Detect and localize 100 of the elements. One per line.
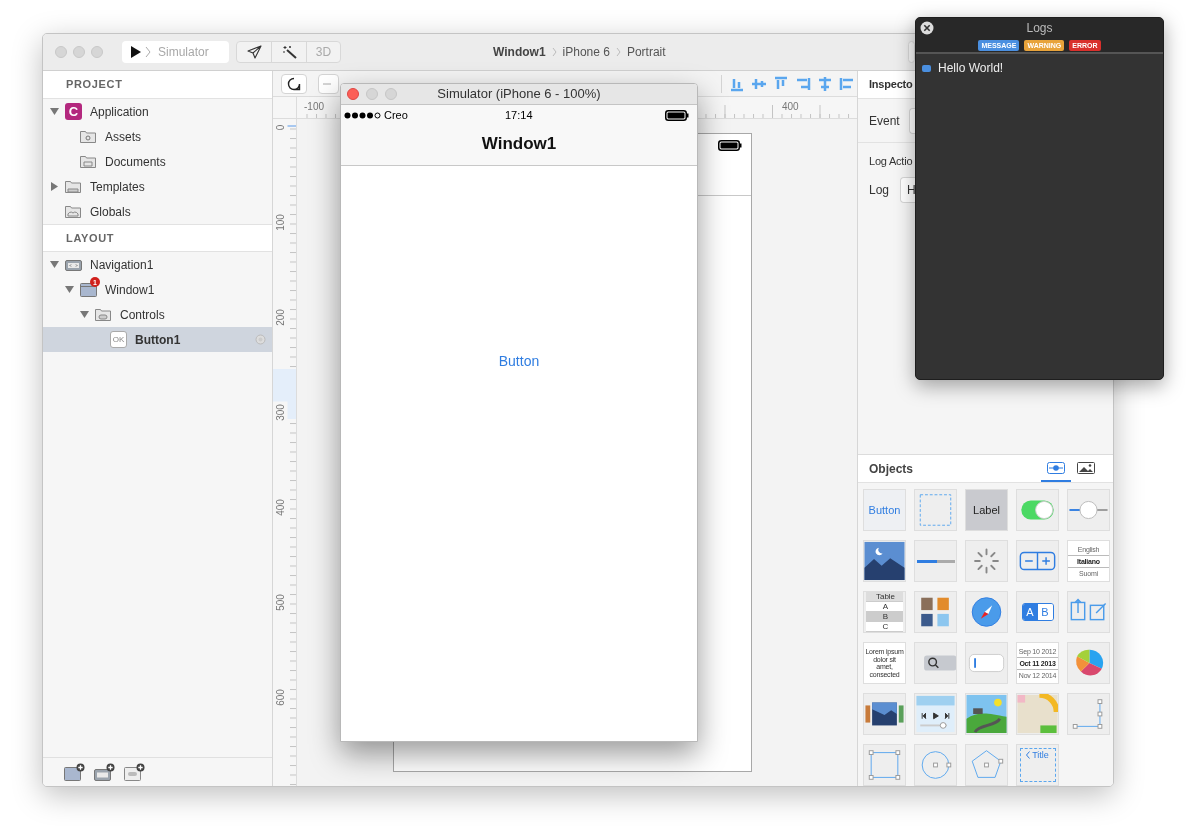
add-control-button[interactable] [124, 762, 144, 782]
shape-icon [287, 76, 301, 91]
zoom-field[interactable] [318, 73, 339, 94]
media-icon [915, 694, 956, 734]
tree-item[interactable]: Navigation1 [43, 252, 272, 277]
expanded-triangle-icon[interactable] [50, 260, 59, 269]
share-tile[interactable] [1067, 591, 1110, 633]
align-button[interactable] [817, 76, 833, 92]
view-tile[interactable] [914, 489, 957, 531]
status-time: 17:14 [505, 107, 533, 123]
tree-item[interactable]: OK Button1 [43, 327, 272, 352]
segmented-tile[interactable]: A B [1016, 591, 1059, 633]
chevron-icon [615, 47, 621, 57]
align-icon [751, 76, 767, 92]
play-icon [130, 46, 141, 58]
image-icon [864, 541, 905, 581]
folder-icon [80, 129, 97, 144]
carrier-name: Creo [384, 107, 408, 123]
chart-tile[interactable] [1067, 642, 1110, 684]
scene-icon [966, 694, 1007, 734]
folder-icon [65, 204, 82, 219]
breadcrumb-item[interactable]: Portrait [626, 43, 666, 61]
align-icon [817, 76, 833, 92]
expanded-triangle-icon[interactable] [80, 310, 89, 319]
align-button[interactable] [795, 76, 811, 92]
align-button[interactable] [839, 76, 855, 92]
panel-title: Objects [869, 460, 913, 478]
window-control[interactable] [347, 88, 359, 100]
folder-icon [95, 307, 112, 322]
send-icon [246, 45, 262, 59]
section-heading: LAYOUT [43, 224, 272, 252]
table-tile[interactable]: Table A B C [863, 591, 906, 633]
close-icon [920, 21, 934, 35]
shape-button[interactable] [281, 73, 307, 94]
progress-tile[interactable] [914, 540, 957, 582]
controls-tab-icon [1047, 461, 1065, 474]
slider-tile[interactable] [1067, 489, 1110, 531]
collapsed-triangle-icon[interactable] [50, 182, 59, 191]
expanded-triangle-icon[interactable] [50, 107, 59, 116]
tree-item[interactable]: C Application [43, 99, 272, 124]
breadcrumb-item[interactable]: Window1 [493, 43, 546, 61]
app-logo: C [65, 103, 82, 120]
tree-item[interactable]: Globals [43, 199, 272, 224]
tree-item[interactable]: Documents [43, 149, 272, 174]
button-icon: OK [110, 331, 127, 348]
switch-tile[interactable] [1016, 489, 1059, 531]
scene-tile[interactable] [965, 693, 1008, 735]
add-window-button[interactable] [64, 762, 84, 782]
signal-icon [344, 111, 381, 119]
navigation-title: Window1 [481, 132, 557, 155]
breadcrumb-item[interactable]: iPhone 6 [562, 43, 610, 61]
folder-icon [80, 154, 97, 169]
line-tile[interactable] [1067, 693, 1110, 735]
align-icon [773, 76, 789, 92]
align-button[interactable] [751, 76, 767, 92]
align-button[interactable] [773, 76, 789, 92]
image-tile[interactable] [863, 540, 906, 582]
navigation-icon [65, 257, 82, 272]
log-message-field[interactable]: H [900, 177, 915, 203]
label-tile[interactable]: Label [965, 489, 1008, 531]
button-tile[interactable]: Button [863, 489, 906, 531]
textfield-tile[interactable] [965, 642, 1008, 684]
tree-item[interactable]: Assets [43, 124, 272, 149]
run-target-label: Simulator [158, 44, 209, 61]
add-navigation-icon [94, 762, 115, 782]
map-tile[interactable] [1016, 693, 1059, 735]
button[interactable]: Button [498, 351, 540, 371]
image-tab-icon [1077, 461, 1095, 474]
field-label: Event [869, 112, 901, 130]
log-message: Hello World! [938, 60, 1004, 77]
close-button[interactable] [920, 21, 934, 35]
section-title: Log Actio [869, 153, 913, 169]
map-icon [1017, 694, 1058, 734]
expanded-triangle-icon[interactable] [65, 285, 74, 294]
activity-tile[interactable] [965, 540, 1008, 582]
media-tile[interactable] [914, 693, 957, 735]
magic-wand-icon [281, 45, 297, 59]
web-tile[interactable] [965, 591, 1008, 633]
add-control-icon [124, 762, 145, 782]
navbar-tile[interactable]: Title [1016, 744, 1059, 786]
search-tile[interactable] [914, 642, 957, 684]
window-title: Simulator (iPhone 6 - 100%) [436, 85, 602, 104]
rect-tile[interactable] [863, 744, 906, 786]
align-icon [795, 76, 811, 92]
window-title: Logs [1025, 20, 1054, 37]
gallery-tile[interactable] [914, 591, 957, 633]
tree-item[interactable]: Controls [43, 302, 272, 327]
align-icon [839, 76, 855, 92]
add-navigation-button[interactable] [94, 762, 114, 782]
add-window-icon [64, 762, 85, 782]
tree-item[interactable]: Templates [43, 174, 272, 199]
carousel-tile[interactable] [863, 693, 906, 735]
folder-icon [65, 179, 82, 194]
stepper-tile[interactable] [1016, 540, 1059, 582]
panel-title: Inspecto [869, 77, 913, 93]
battery-icon [665, 109, 689, 121]
battery-icon [718, 140, 742, 151]
align-button[interactable] [729, 76, 745, 92]
circle-tile[interactable] [914, 744, 957, 786]
polygon-tile[interactable] [965, 744, 1008, 786]
